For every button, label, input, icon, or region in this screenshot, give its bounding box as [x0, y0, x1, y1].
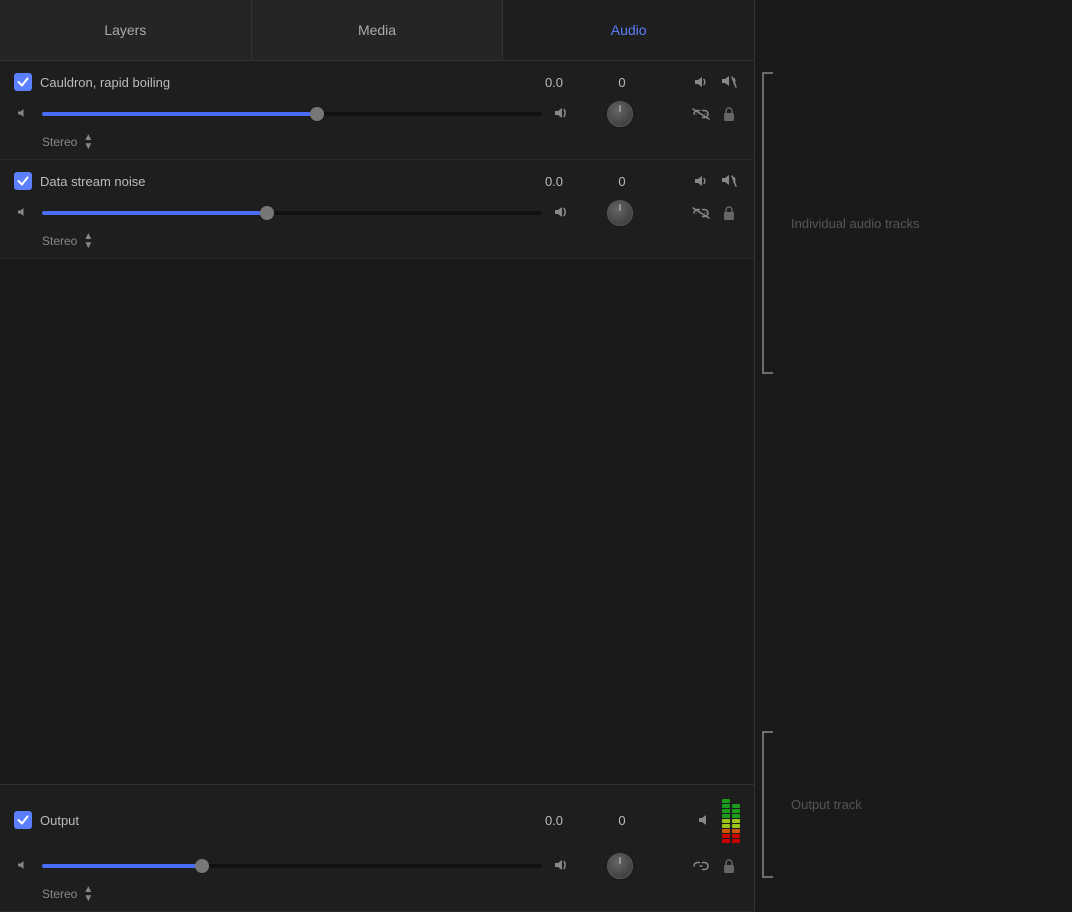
- individual-tracks-label: Individual audio tracks: [791, 216, 920, 231]
- output-stereo-row: Stereo ▲ ▼: [42, 885, 740, 903]
- output-volume-value: 0.0: [534, 813, 574, 828]
- track-top-row: Data stream noise 0.0 0: [14, 170, 740, 192]
- track-pan-value: 0: [602, 75, 642, 90]
- mute-slash-icon[interactable]: [718, 170, 740, 192]
- individual-tracks-section: Cauldron, rapid boiling 0.0 0: [0, 61, 754, 259]
- slider-fill: [42, 211, 267, 215]
- output-speaker-icon[interactable]: [694, 809, 716, 831]
- individual-bracket-svg: [755, 68, 775, 378]
- tab-bar: Layers Media Audio: [0, 0, 754, 61]
- output-track-label: Output track: [791, 797, 862, 812]
- track-bottom-icons: [660, 202, 740, 224]
- pan-knob-container: [600, 200, 640, 226]
- tab-audio[interactable]: Audio: [503, 0, 754, 60]
- output-slider-row: [14, 853, 740, 879]
- vol-high-icon: [552, 106, 570, 123]
- tab-media[interactable]: Media: [252, 0, 504, 60]
- track-row: Cauldron, rapid boiling 0.0 0: [0, 61, 754, 160]
- track-controls: [660, 71, 740, 93]
- speaker-icon[interactable]: [690, 170, 712, 192]
- pan-knob-container: [600, 101, 640, 127]
- tracks-area: Cauldron, rapid boiling 0.0 0: [0, 61, 754, 912]
- link-icon[interactable]: [690, 103, 712, 125]
- track-stereo-row: Stereo ▲ ▼: [42, 133, 740, 151]
- empty-area: [0, 259, 754, 784]
- track-stereo-row: Stereo ▲ ▼: [42, 232, 740, 250]
- output-stereo-select[interactable]: ▲ ▼: [83, 885, 93, 903]
- slider-thumb[interactable]: [195, 859, 209, 873]
- speaker-icon[interactable]: [690, 71, 712, 93]
- output-checkbox[interactable]: [14, 811, 32, 829]
- output-track-section: Output 0.0 0: [0, 784, 754, 912]
- output-track-name: Output: [40, 813, 526, 828]
- track-bottom-icons: [660, 103, 740, 125]
- link-icon[interactable]: [690, 202, 712, 224]
- lock-icon[interactable]: [718, 103, 740, 125]
- track-checkbox[interactable]: [14, 172, 32, 190]
- stereo-label: Stereo: [42, 234, 77, 248]
- volume-slider[interactable]: [42, 211, 542, 215]
- track-top-row: Cauldron, rapid boiling 0.0 0: [14, 71, 740, 93]
- output-track-annotation: Output track: [755, 727, 1055, 882]
- slider-fill: [42, 864, 202, 868]
- track-checkbox[interactable]: [14, 73, 32, 91]
- output-bracket-svg: [755, 727, 775, 882]
- output-pan-knob-container: [600, 853, 640, 879]
- output-icons: [660, 795, 740, 845]
- track-controls: [660, 170, 740, 192]
- vol-low-icon: [14, 107, 32, 122]
- vol-high-icon: [552, 858, 570, 875]
- track-name: Data stream noise: [40, 174, 526, 189]
- vol-low-icon: [14, 859, 32, 874]
- output-link-icon[interactable]: [690, 855, 712, 877]
- pan-knob[interactable]: [607, 101, 633, 127]
- track-name: Cauldron, rapid boiling: [40, 75, 526, 90]
- slider-fill: [42, 112, 317, 116]
- output-bottom-icons: [660, 855, 740, 877]
- stereo-select[interactable]: ▲ ▼: [83, 232, 93, 250]
- vol-high-icon: [552, 205, 570, 222]
- vol-low-icon: [14, 206, 32, 221]
- lock-icon[interactable]: [718, 202, 740, 224]
- slider-thumb[interactable]: [260, 206, 274, 220]
- output-volume-slider[interactable]: [42, 864, 542, 868]
- track-volume-value: 0.0: [534, 75, 574, 90]
- slider-thumb[interactable]: [310, 107, 324, 121]
- annotation-panel: Individual audio tracks Output track: [755, 0, 1072, 912]
- volume-slider[interactable]: [42, 112, 542, 116]
- stereo-label: Stereo: [42, 135, 77, 149]
- output-pan-value: 0: [602, 813, 642, 828]
- output-lock-icon[interactable]: [718, 855, 740, 877]
- track-volume-value: 0.0: [534, 174, 574, 189]
- output-track-row: Output 0.0 0: [0, 785, 754, 912]
- track-pan-value: 0: [602, 174, 642, 189]
- vu-meter: [722, 795, 740, 845]
- stereo-select[interactable]: ▲ ▼: [83, 133, 93, 151]
- mute-slash-icon[interactable]: [718, 71, 740, 93]
- track-slider-row: [14, 101, 740, 127]
- stereo-label: Stereo: [42, 887, 77, 901]
- output-track-top: Output 0.0 0: [14, 795, 740, 845]
- track-row: Data stream noise 0.0 0: [0, 160, 754, 259]
- pan-knob[interactable]: [607, 200, 633, 226]
- individual-tracks-annotation: Individual audio tracks: [755, 68, 1055, 378]
- tab-layers[interactable]: Layers: [0, 0, 252, 60]
- output-pan-knob[interactable]: [607, 853, 633, 879]
- track-slider-row: [14, 200, 740, 226]
- audio-panel: Layers Media Audio Cauldron, rapid: [0, 0, 755, 912]
